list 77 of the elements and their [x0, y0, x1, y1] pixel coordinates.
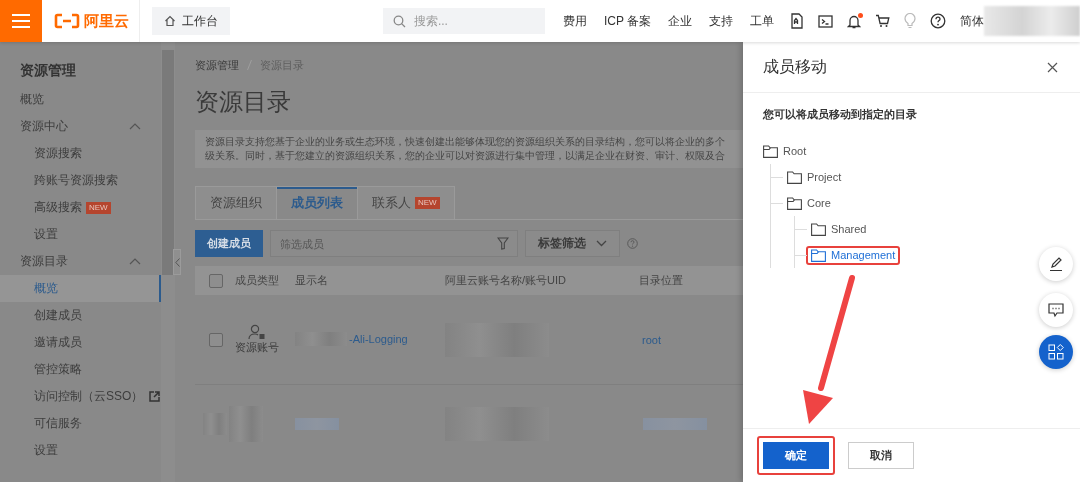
nav-link[interactable]: 费用 — [562, 12, 587, 30]
tree-node-label[interactable]: Shared — [831, 223, 867, 235]
column-header: 阿里云账号名称/账号UID — [445, 266, 639, 295]
column-header: 成员类型 — [235, 266, 295, 295]
confirm-button[interactable]: 确定 — [763, 442, 829, 469]
drawer-subtitle: 您可以将成员移动到指定的目录 — [763, 107, 918, 122]
bell-icon[interactable] — [847, 13, 862, 29]
sidebar-item[interactable]: 访问控制（云SSO） — [34, 388, 144, 405]
sidebar-group[interactable]: 资源目录 — [0, 248, 161, 275]
sidebar-item[interactable]: 管控策略 — [0, 356, 161, 383]
description-text: 级关系。同时，基于您建立的资源组织关系，您的企业可以对资源进行集中管理，以满足企业在财资、审计、权限及合 — [205, 149, 726, 163]
menu-icon — [12, 14, 30, 28]
sidebar-item[interactable]: 设置 — [0, 221, 161, 248]
tree-node-label[interactable]: Root — [783, 145, 807, 157]
sidebar-item[interactable]: 可信服务 — [0, 410, 161, 437]
column-header: 显示名 — [295, 266, 445, 295]
tree-node[interactable]: Shared — [806, 219, 872, 239]
language-link[interactable]: 简体 — [960, 12, 985, 30]
caret-icon — [596, 240, 607, 247]
pencil-icon — [1048, 256, 1064, 272]
nav-link[interactable]: ICP 备案 — [603, 12, 652, 30]
folder-icon — [811, 248, 826, 262]
logo-icon — [54, 13, 80, 29]
chat-icon — [1048, 302, 1064, 318]
description-text: 资源目录支持您基于企业的业务或生态环境，快速创建出能够体现您的资源组织关系的目录结构，您可以将企业的多个 — [205, 135, 726, 149]
workbench-button[interactable]: 工作台 — [151, 7, 230, 35]
breadcrumb-link[interactable]: 资源管理 — [195, 57, 239, 73]
search-field[interactable]: 搜索... — [382, 8, 545, 34]
drawer-title: 成员移动 — [763, 56, 827, 77]
location-link[interactable]: root — [642, 333, 661, 346]
nav-link[interactable]: 支持 — [709, 12, 734, 30]
folder-icon — [811, 222, 826, 236]
menu-button[interactable] — [0, 0, 42, 42]
tag-filter-dropdown[interactable]: 标签筛选 — [525, 230, 620, 257]
display-name-link[interactable]: -Ali-Logging — [349, 332, 408, 345]
document-icon[interactable] — [790, 13, 805, 29]
close-icon — [1047, 61, 1058, 73]
sidebar-item[interactable]: 跨账号资源搜索 — [0, 167, 161, 194]
tab[interactable]: 资源组织 — [195, 186, 277, 219]
sidebar-item[interactable]: 创建成员 — [0, 302, 161, 329]
filter-icon — [497, 237, 509, 250]
collapse-handle[interactable] — [173, 249, 181, 275]
checkbox[interactable] — [209, 273, 223, 288]
tree-node[interactable]: Project — [782, 167, 847, 187]
sidebar-item[interactable]: 概览 — [0, 275, 161, 302]
tree-node[interactable]: Core — [782, 193, 836, 213]
sidebar-group[interactable]: 资源中心 — [0, 113, 161, 140]
sidebar-item[interactable]: 邀请成员 — [0, 329, 161, 356]
tree-node[interactable]: Root — [758, 141, 812, 161]
tree-node-label[interactable]: Management — [831, 249, 896, 261]
logo-text: 阿里云 — [83, 11, 129, 31]
sidebar-item[interactable]: 设置 — [0, 437, 161, 464]
sidebar-title: 资源管理 — [19, 61, 77, 80]
close-button[interactable] — [1047, 61, 1058, 73]
nav-link[interactable]: 工单 — [750, 12, 775, 30]
cancel-button[interactable]: 取消 — [848, 442, 914, 469]
cart-icon[interactable] — [875, 14, 891, 28]
sidebar-item[interactable]: 资源搜索 — [0, 140, 161, 167]
sidebar-item[interactable]: 概览 — [0, 86, 161, 113]
new-badge: NEW — [415, 197, 440, 209]
help-icon[interactable] — [930, 13, 947, 29]
user-icon — [248, 324, 266, 340]
new-badge: NEW — [86, 201, 111, 214]
checkbox[interactable] — [209, 332, 223, 347]
apps-icon — [1048, 344, 1064, 360]
page-title: 资源目录 — [195, 87, 291, 117]
tab[interactable]: 联系人 NEW — [357, 186, 455, 219]
create-member-button[interactable]: 创建成员 — [195, 230, 263, 257]
nav-link[interactable]: 企业 — [668, 12, 693, 30]
chevron-icon — [174, 257, 180, 267]
folder-icon — [787, 170, 802, 184]
table-cell: 资源账号 — [235, 340, 279, 355]
home-icon — [163, 15, 176, 27]
terminal-icon[interactable] — [818, 14, 834, 28]
sidebar-item[interactable]: 高级搜索 — [34, 199, 82, 216]
tree-node-label[interactable]: Project — [807, 171, 842, 183]
tree-node-label[interactable]: Core — [807, 197, 831, 209]
